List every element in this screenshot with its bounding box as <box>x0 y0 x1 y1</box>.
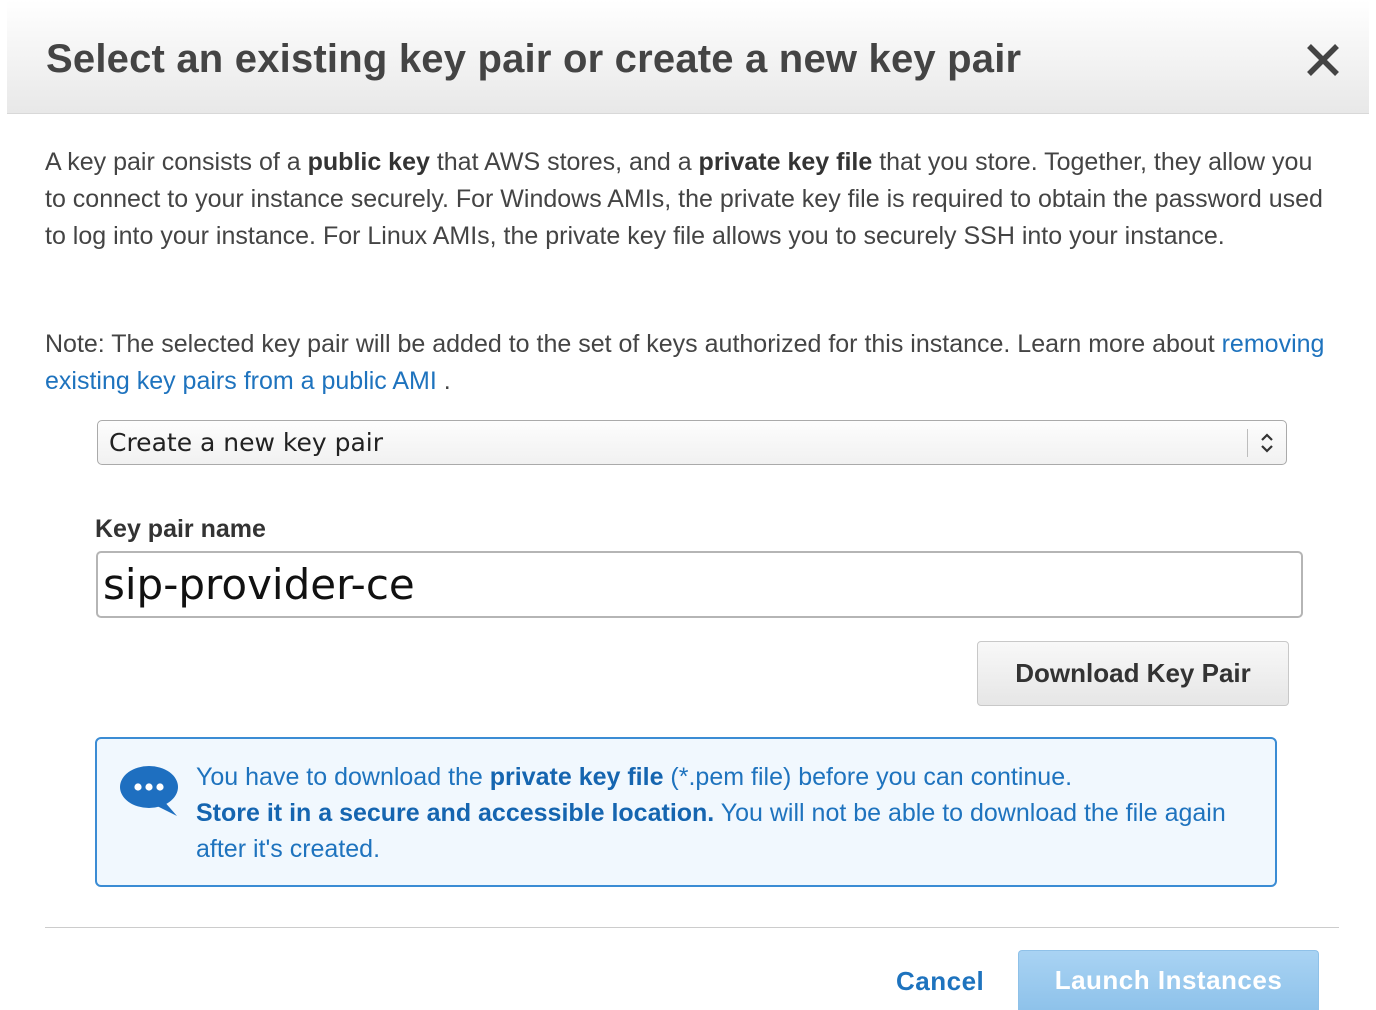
select-arrows-icon <box>1261 433 1273 453</box>
download-info-text: You have to download the private key fil… <box>196 759 1266 867</box>
chat-bubble-icon <box>120 766 178 816</box>
dialog-title: Select an existing key pair or create a … <box>46 37 1022 81</box>
intro-text-1: A key pair consists of a <box>45 148 308 176</box>
download-info-box: You have to download the private key fil… <box>95 737 1277 887</box>
dialog-header: Select an existing key pair or create a … <box>7 0 1369 114</box>
select-separator <box>1247 429 1248 457</box>
info-bold-store-securely: Store it in a secure and accessible loca… <box>196 799 715 827</box>
intro-bold-public-key: public key <box>307 148 430 176</box>
key-pair-dialog: Select an existing key pair or create a … <box>0 0 1376 1010</box>
cancel-button[interactable]: Cancel <box>896 964 984 998</box>
info-text-1: You have to download the <box>196 763 490 791</box>
close-button[interactable] <box>1303 38 1343 82</box>
intro-bold-private-key-file: private key file <box>698 148 873 176</box>
key-pair-name-input[interactable] <box>96 551 1303 618</box>
footer-divider <box>45 927 1339 928</box>
download-key-pair-button[interactable]: Download Key Pair <box>977 641 1289 706</box>
key-pair-option-value: Create a new key pair <box>109 428 384 457</box>
key-pair-name-label: Key pair name <box>95 515 266 543</box>
key-pair-note: Note: The selected key pair will be adde… <box>45 326 1335 400</box>
key-pair-option-select[interactable]: Create a new key pair <box>97 420 1287 465</box>
info-bold-private-key-file: private key file <box>489 763 664 791</box>
intro-text-2: that AWS stores, and a <box>429 148 699 176</box>
note-end: . <box>436 367 451 395</box>
close-icon <box>1307 44 1339 76</box>
key-pair-description: A key pair consists of a public key that… <box>45 144 1335 255</box>
info-text-2: (*.pem file) before you can continue. <box>663 763 1073 791</box>
launch-instances-button[interactable]: Launch Instances <box>1018 950 1319 1010</box>
note-text: Note: The selected key pair will be adde… <box>45 330 1222 358</box>
